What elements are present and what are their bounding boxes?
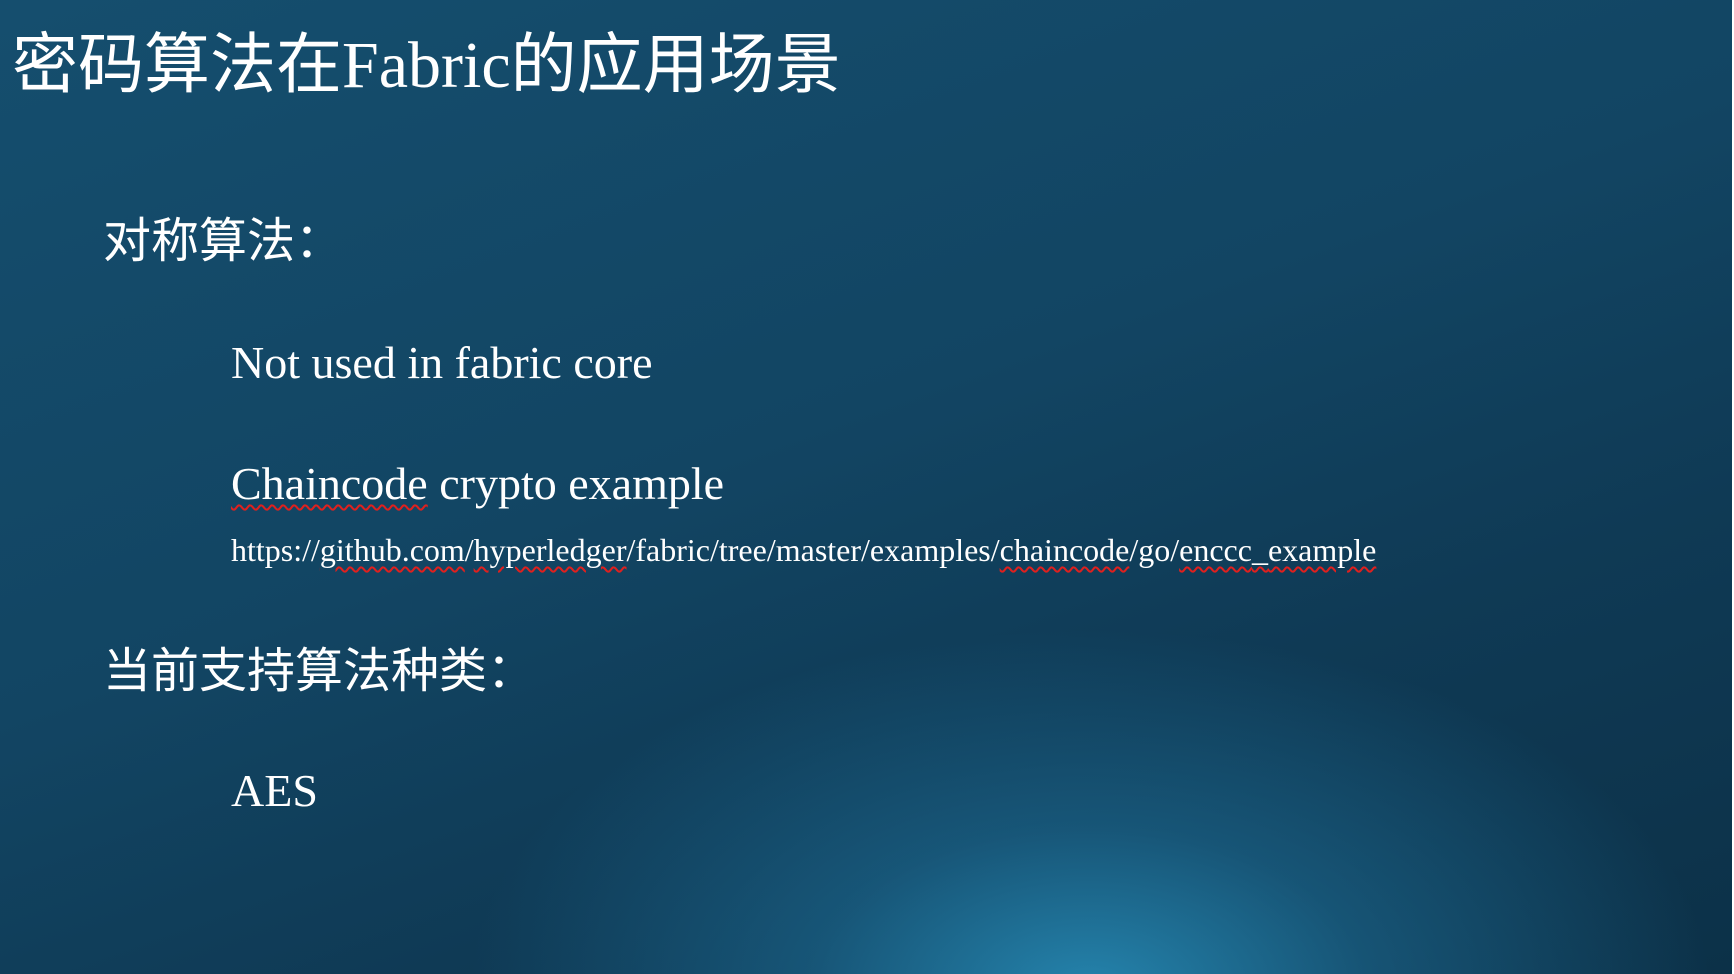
url-separator: / (464, 532, 474, 568)
url-path-go: /go/ (1129, 532, 1180, 568)
bullet-aes: AES (231, 765, 318, 816)
url-path: /fabric/tree/master/examples/ (626, 532, 1000, 568)
url-org: hyperledger (473, 532, 627, 568)
spellcheck-word-chaincode: Chaincode (231, 458, 428, 509)
slide-title: 密码算法在Fabric的应用场景 (12, 29, 841, 102)
section-heading-symmetric: 对称算法： (103, 215, 344, 268)
url-underscore: _ (1251, 532, 1268, 568)
url-host: github.com (319, 532, 465, 568)
url-dir: chaincode (999, 532, 1130, 568)
slide: 密码算法在Fabric的应用场景 对称算法： Not used in fabri… (0, 0, 1732, 974)
section-heading-supported: 当前支持算法种类： (103, 645, 536, 698)
bullet-chaincode-rest: crypto example (427, 458, 725, 509)
url-scheme: https:// (231, 532, 320, 568)
bullet-chaincode-example: Chaincode crypto example (231, 455, 724, 513)
url-example-part1: enccc (1179, 532, 1252, 568)
bullet-not-used: Not used in fabric core (231, 337, 653, 388)
example-url[interactable]: https://github.com/hyperledger/fabric/tr… (231, 530, 1376, 570)
url-example-part2: example (1267, 532, 1377, 568)
